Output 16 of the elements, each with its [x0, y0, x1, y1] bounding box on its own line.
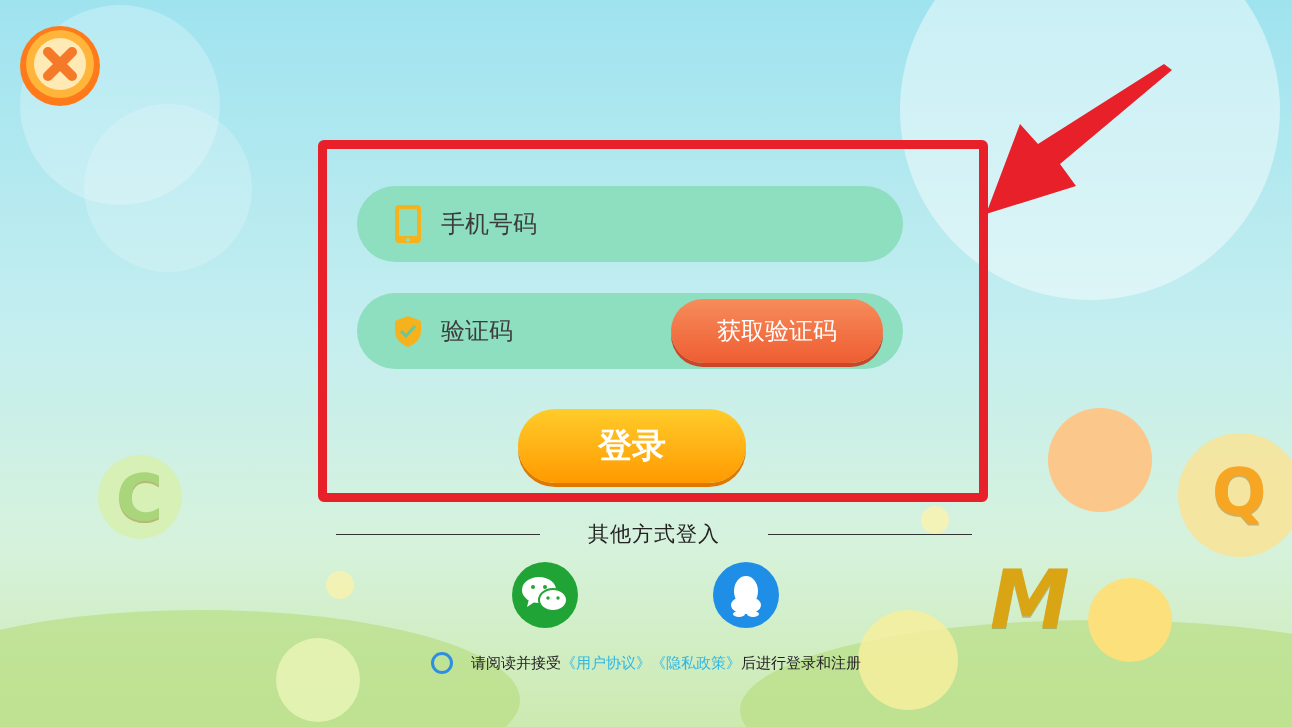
code-field[interactable]: 验证码 获取验证码	[356, 293, 903, 369]
agreement-link[interactable]: 《用户协议》	[561, 653, 651, 672]
phone-icon	[392, 203, 423, 245]
bubble-letter: M	[990, 560, 1070, 640]
agreement-checkbox[interactable]	[431, 652, 453, 674]
verification-code-input[interactable]: 验证码	[438, 316, 671, 346]
bubble-letter: C	[116, 466, 163, 530]
agreement-text: 请阅读并接受《用户协议》《隐私政策》后进行登录和注册	[471, 653, 861, 673]
phone-number-input[interactable]: 手机号码	[438, 209, 883, 239]
shield-check-icon	[392, 314, 423, 348]
agreement-link[interactable]: 《隐私政策》	[651, 653, 741, 672]
bubble-letter: Q	[1212, 460, 1267, 524]
phone-field[interactable]: 手机号码	[356, 186, 903, 262]
bubble	[921, 506, 949, 534]
bubble	[326, 571, 354, 599]
other-login-title: 其他方式登入	[588, 521, 720, 548]
